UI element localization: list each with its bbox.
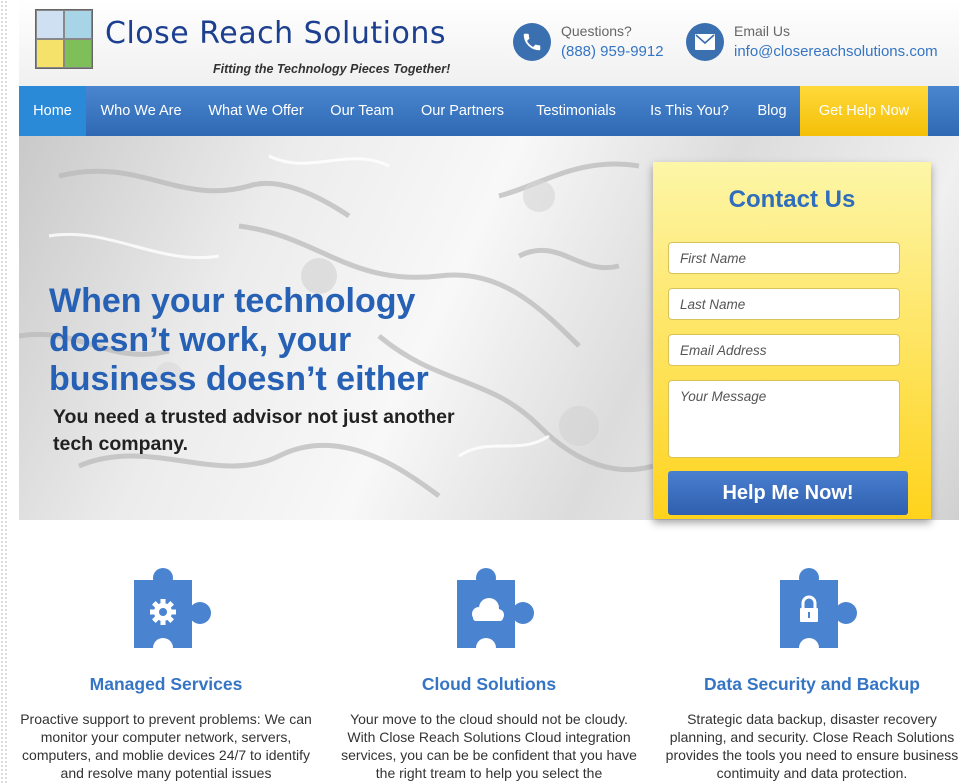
help-me-now-button[interactable]: Help Me Now! [668,471,908,515]
phone-number-link[interactable]: (888) 959-9912 [561,43,664,60]
contact-form-title: Contact Us [728,186,856,213]
service-title[interactable]: Cloud Solutions [339,674,639,695]
nav-testimonials[interactable]: Testimonials [517,86,635,136]
email-link[interactable]: info@closereachsolutions.com [734,43,938,60]
main-nav: Home Who We Are What We Offer Our Team O… [19,86,959,136]
service-data-security: Data Security and Backup Strategic data … [662,568,962,781]
service-description: Proactive support to prevent problems: W… [20,711,312,781]
nav-blog[interactable]: Blog [744,86,800,136]
service-title[interactable]: Data Security and Backup [662,674,962,695]
logo-puzzle-icon[interactable] [35,9,93,69]
envelope-icon [686,23,724,61]
service-cloud-solutions: Cloud Solutions Your move to the cloud s… [339,568,639,781]
phone-label: Questions? [561,23,632,39]
contact-form: Contact Us First Name Last Name Email Ad… [653,162,931,519]
service-title[interactable]: Managed Services [16,674,316,695]
nav-our-partners[interactable]: Our Partners [408,86,517,136]
nav-get-help-now[interactable]: Get Help Now [800,86,928,136]
nav-is-this-you[interactable]: Is This You? [635,86,744,136]
phone-icon [513,23,551,61]
service-managed-services: Managed Services Proactive support to pr… [16,568,316,781]
service-description: Your move to the cloud should not be clo… [341,711,637,781]
gear-icon [116,568,216,658]
nav-what-we-offer[interactable]: What We Offer [196,86,316,136]
lock-icon [762,568,862,658]
logo-title[interactable]: Close Reach Solutions [105,16,446,51]
cloud-icon [439,568,539,658]
last-name-field[interactable]: Last Name [668,288,900,320]
logo-tagline: Fitting the Technology Pieces Together! [213,62,451,76]
email-address-field[interactable]: Email Address [668,334,900,366]
site-header: Close Reach Solutions Fitting the Techno… [19,0,959,86]
service-description: Strategic data backup, disaster recovery… [665,711,959,781]
nav-home[interactable]: Home [19,86,86,136]
nav-who-we-are[interactable]: Who We Are [86,86,196,136]
hero-headline: When your technology doesn’t work, your … [49,282,429,398]
nav-our-team[interactable]: Our Team [316,86,408,136]
page-border [0,0,8,783]
email-label: Email Us [734,23,791,39]
first-name-field[interactable]: First Name [668,242,900,274]
message-field[interactable]: Your Message [668,380,900,458]
hero-subheadline: You need a trusted advisor not just anot… [53,406,455,455]
